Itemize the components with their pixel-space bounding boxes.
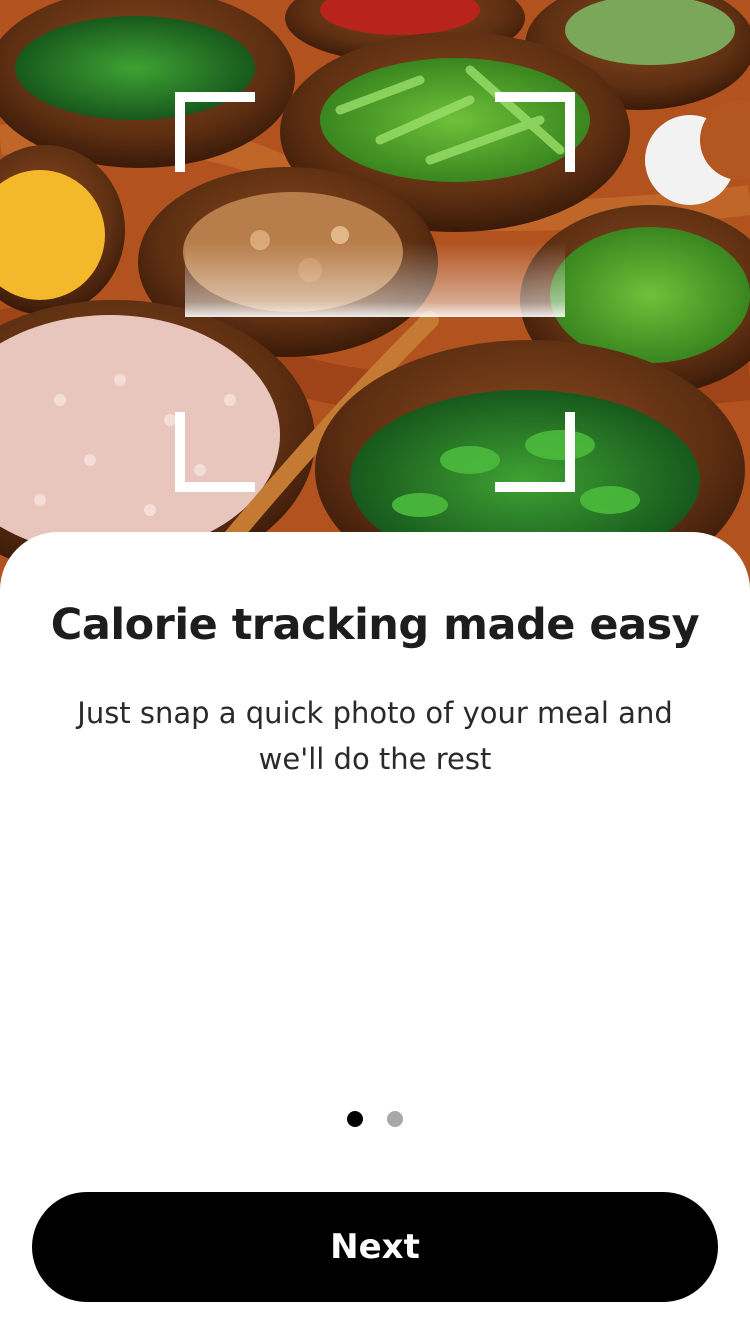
scan-corner-top-left <box>175 92 255 172</box>
subtitle-line-1: Just snap a quick photo of your meal and <box>77 696 673 730</box>
scan-corner-top-right <box>495 92 575 172</box>
pagination-dots <box>0 1111 750 1128</box>
scan-corner-bottom-left <box>175 412 255 492</box>
hero-food-image <box>0 0 750 600</box>
next-button[interactable]: Next <box>32 1192 718 1302</box>
scan-corner-bottom-right <box>495 412 575 492</box>
scan-line <box>185 242 565 317</box>
onboarding-subtitle: Just snap a quick photo of your meal and… <box>30 690 720 782</box>
page-dot-1-active[interactable] <box>347 1111 363 1127</box>
subtitle-line-2: we'll do the rest <box>258 742 492 776</box>
page-dot-2[interactable] <box>387 1111 403 1127</box>
onboarding-title: Calorie tracking made easy <box>50 600 700 650</box>
camera-scan-frame-icon <box>175 92 575 492</box>
